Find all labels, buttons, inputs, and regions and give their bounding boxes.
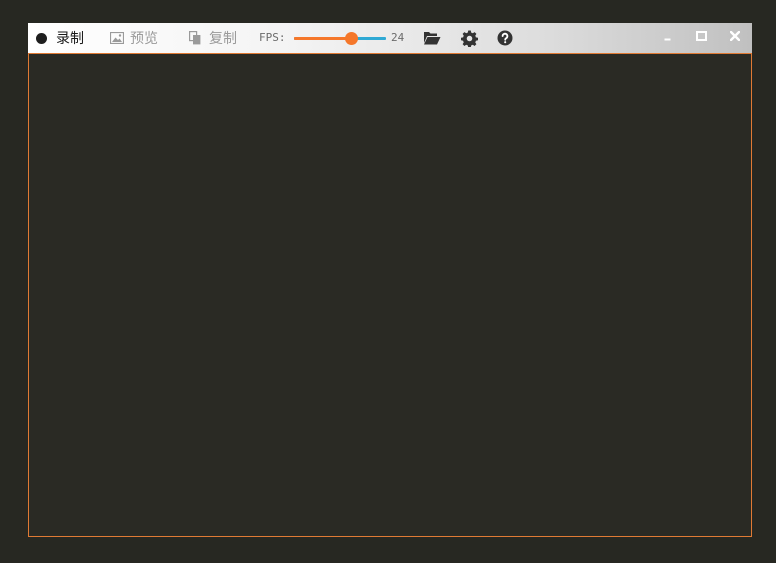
preview-label: 预览 <box>130 31 158 47</box>
minimize-icon <box>664 38 671 41</box>
preview-button[interactable]: 预览 <box>110 23 158 53</box>
record-button[interactable]: 录制 <box>36 23 84 53</box>
fps-slider[interactable] <box>294 31 386 45</box>
minimize-button[interactable] <box>660 28 676 44</box>
close-button[interactable] <box>727 28 743 44</box>
help-button[interactable] <box>496 29 514 47</box>
open-folder-button[interactable] <box>423 29 441 47</box>
fps-value: 24 <box>391 31 405 44</box>
capture-area[interactable] <box>28 53 752 537</box>
fps-slider-fill <box>294 37 351 40</box>
maximize-button[interactable] <box>693 28 709 44</box>
recorder-window: 录制 预览 复制 FPS: 24 <box>28 23 752 537</box>
close-icon <box>730 31 740 41</box>
gear-icon <box>460 30 478 47</box>
folder-open-icon <box>423 32 440 45</box>
fps-label: FPS: <box>259 31 286 44</box>
copy-label: 复制 <box>209 31 237 47</box>
image-icon <box>110 32 124 44</box>
record-label: 录制 <box>56 31 84 47</box>
maximize-icon <box>695 31 707 41</box>
copy-button[interactable]: 复制 <box>189 23 237 53</box>
settings-button[interactable] <box>460 29 478 47</box>
copy-icon <box>189 31 201 45</box>
record-dot-icon <box>36 32 47 44</box>
toolbar: 录制 预览 复制 FPS: 24 <box>28 23 752 53</box>
help-circle-icon <box>497 30 513 46</box>
fps-slider-thumb[interactable] <box>345 32 358 45</box>
